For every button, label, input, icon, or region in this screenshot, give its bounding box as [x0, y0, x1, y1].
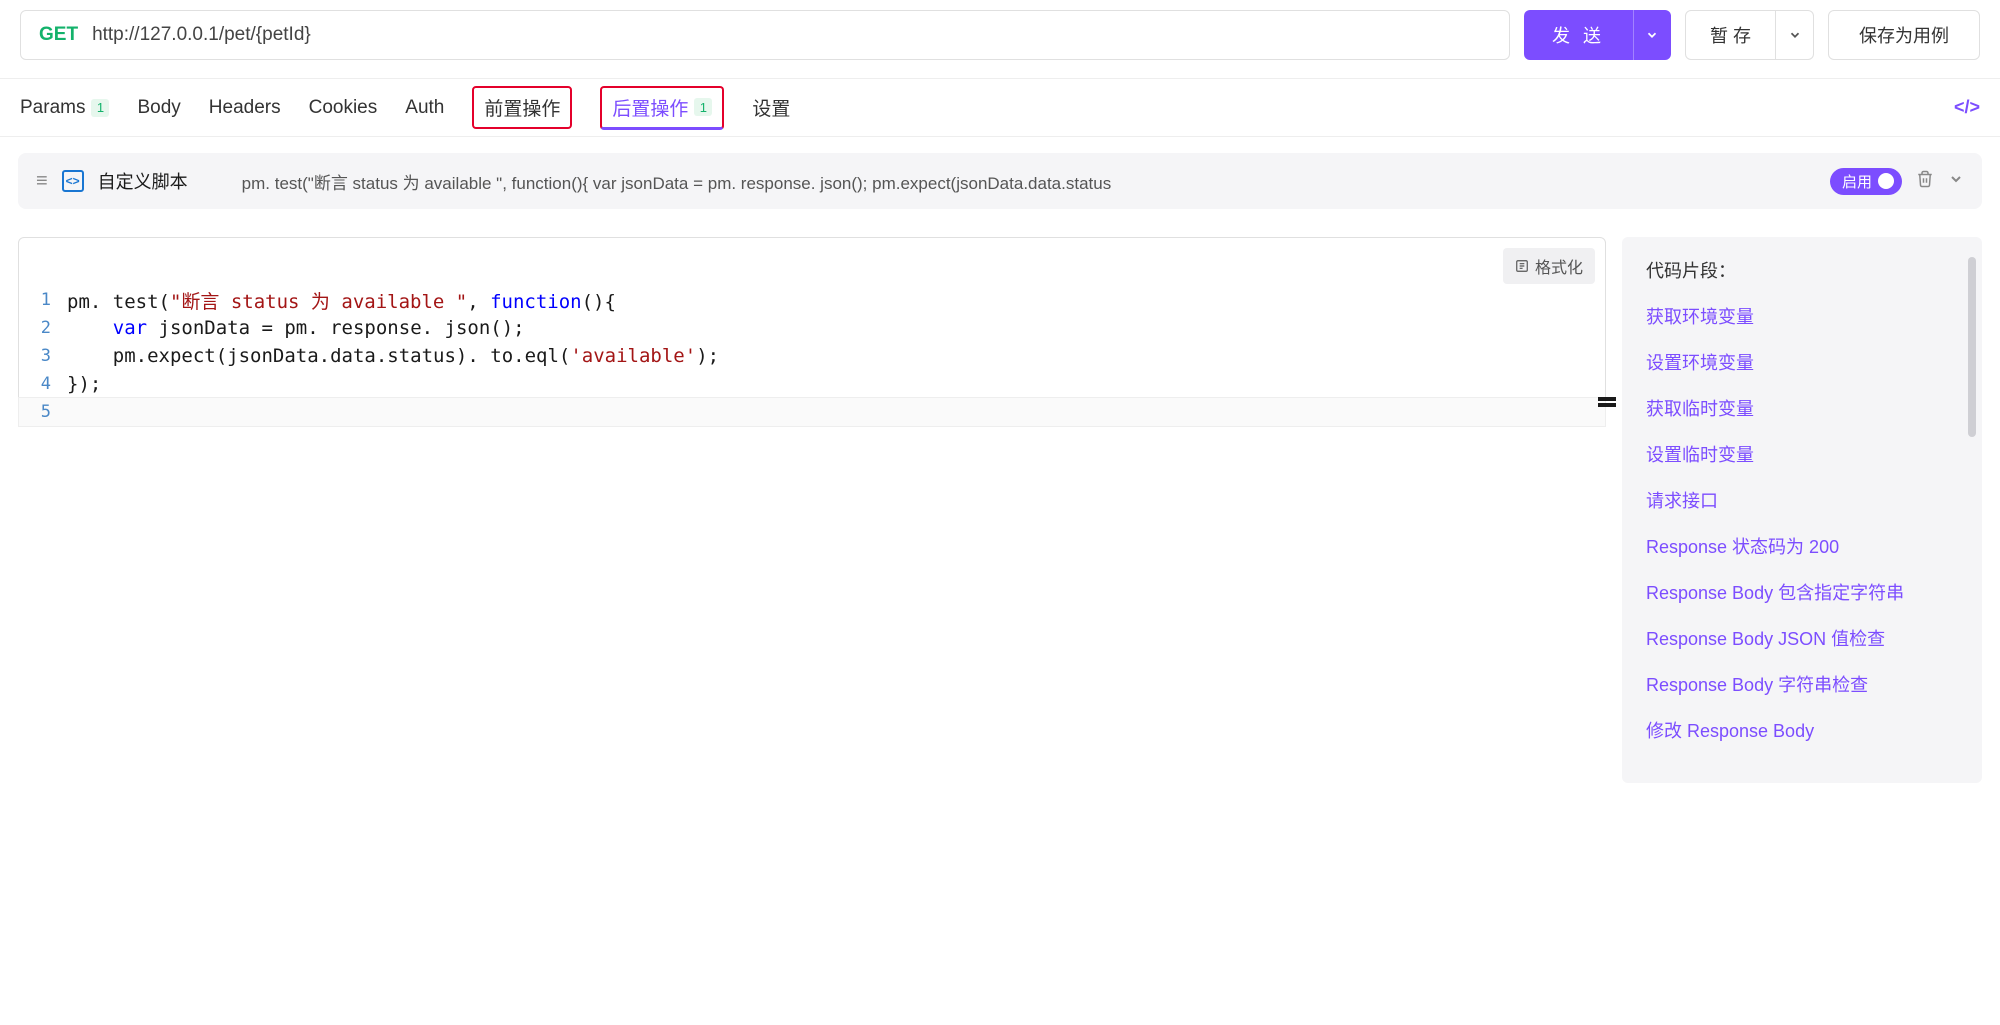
snippet-item[interactable]: 设置环境变量: [1646, 349, 1958, 375]
line-number: 1: [19, 290, 67, 310]
snippet-item[interactable]: 获取环境变量: [1646, 303, 1958, 329]
snippet-item[interactable]: Response Body 包含指定字符串: [1646, 579, 1958, 605]
snippet-item[interactable]: Response 状态码为 200: [1646, 533, 1958, 559]
script-header: ≡ <> 自定义脚本 pm. test("断言 status 为 availab…: [18, 153, 1982, 209]
delete-icon[interactable]: [1916, 170, 1934, 193]
code-view-toggle[interactable]: </>: [1954, 97, 1980, 118]
line-number: 2: [19, 318, 67, 338]
tab-pre-request[interactable]: 前置操作: [472, 86, 572, 129]
params-badge: 1: [91, 99, 109, 117]
drag-handle-icon[interactable]: ≡: [36, 170, 48, 193]
save-draft-group: 暂 存: [1685, 10, 1814, 60]
script-title: 自定义脚本: [98, 168, 188, 194]
editor-row: 格式化 1pm. test("断言 status 为 available ", …: [18, 237, 1982, 783]
line-number: 4: [19, 374, 67, 394]
tab-label: 后置操作: [612, 94, 688, 121]
post-request-badge: 1: [694, 98, 712, 116]
send-button-group: 发 送: [1524, 10, 1671, 60]
format-button[interactable]: 格式化: [1503, 248, 1595, 284]
script-preview: pm. test("断言 status 为 available ", funct…: [242, 169, 1816, 194]
code-line[interactable]: 5: [19, 398, 1605, 426]
line-number: 3: [19, 346, 67, 366]
tab-body[interactable]: Body: [137, 79, 180, 136]
code-line[interactable]: 1pm. test("断言 status 为 available ", func…: [19, 286, 1605, 314]
post-request-panel: ≡ <> 自定义脚本 pm. test("断言 status 为 availab…: [0, 137, 2000, 799]
save-draft-button[interactable]: 暂 存: [1685, 10, 1776, 60]
chevron-down-icon: [1788, 28, 1802, 42]
toggle-knob: [1878, 173, 1894, 189]
tab-label: Params: [20, 97, 85, 119]
snippets-title: 代码片段：: [1646, 257, 1958, 283]
collapse-icon[interactable]: [1948, 171, 1964, 192]
line-content[interactable]: });: [67, 373, 1605, 395]
http-method[interactable]: GET: [39, 24, 78, 46]
code-line[interactable]: 3 pm.expect(jsonData.data.status). to.eq…: [19, 342, 1605, 370]
code-lines[interactable]: 1pm. test("断言 status 为 available ", func…: [19, 238, 1605, 426]
line-content[interactable]: pm. test("断言 status 为 available ", funct…: [67, 287, 1605, 314]
save-as-case-button[interactable]: 保存为用例: [1828, 10, 1980, 60]
code-editor[interactable]: 格式化 1pm. test("断言 status 为 available ", …: [18, 237, 1606, 427]
chevron-down-icon: [1645, 28, 1659, 42]
snippet-item[interactable]: 请求接口: [1646, 487, 1958, 513]
code-line[interactable]: 4});: [19, 370, 1605, 398]
send-button[interactable]: 发 送: [1524, 10, 1633, 60]
request-url[interactable]: http://127.0.0.1/pet/{petId}: [92, 24, 311, 46]
tab-cookies[interactable]: Cookies: [309, 79, 378, 136]
save-draft-dropdown[interactable]: [1776, 10, 1814, 60]
line-number: 5: [19, 402, 67, 422]
toggle-label: 启用: [1842, 171, 1872, 192]
line-content[interactable]: var jsonData = pm. response. json();: [67, 317, 1605, 339]
snippet-item[interactable]: 设置临时变量: [1646, 441, 1958, 467]
request-tabs: Params 1 Body Headers Cookies Auth 前置操作 …: [0, 79, 2000, 137]
enable-toggle[interactable]: 启用: [1830, 168, 1902, 195]
snippet-item[interactable]: 获取临时变量: [1646, 395, 1958, 421]
scrollbar[interactable]: [1968, 257, 1976, 437]
tab-params[interactable]: Params 1: [20, 79, 109, 136]
tab-auth[interactable]: Auth: [405, 79, 444, 136]
request-toolbar: GET http://127.0.0.1/pet/{petId} 发 送 暂 存…: [0, 0, 2000, 79]
url-bar[interactable]: GET http://127.0.0.1/pet/{petId}: [20, 10, 1510, 60]
send-dropdown[interactable]: [1633, 10, 1671, 60]
tab-settings[interactable]: 设置: [752, 79, 790, 136]
line-content[interactable]: pm.expect(jsonData.data.status). to.eql(…: [67, 345, 1605, 367]
snippet-item[interactable]: 修改 Response Body: [1646, 717, 1958, 743]
snippet-item[interactable]: Response Body JSON 值检查: [1646, 625, 1958, 651]
resize-handle[interactable]: [1598, 397, 1616, 401]
tab-post-request[interactable]: 后置操作 1: [600, 86, 724, 130]
tab-headers[interactable]: Headers: [209, 79, 281, 136]
format-icon: [1515, 259, 1529, 273]
snippets-panel: 代码片段： 获取环境变量设置环境变量获取临时变量设置临时变量请求接口 Respon…: [1622, 237, 1982, 783]
script-file-icon: <>: [62, 170, 84, 192]
code-line[interactable]: 2 var jsonData = pm. response. json();: [19, 314, 1605, 342]
snippet-item[interactable]: Response Body 字符串检查: [1646, 671, 1958, 697]
